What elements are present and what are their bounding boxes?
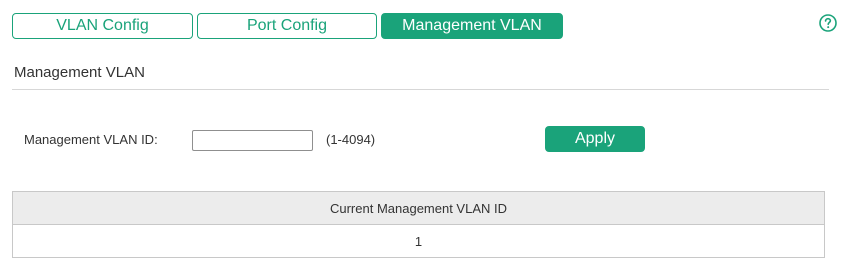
section-title: Management VLAN	[14, 64, 145, 81]
help-icon[interactable]	[819, 14, 837, 32]
tab-port-config[interactable]: Port Config	[197, 13, 377, 39]
table-header-row: Current Management VLAN ID	[12, 191, 825, 225]
current-vlan-value: 1	[12, 224, 825, 258]
vlan-range-hint: (1-4094)	[326, 132, 376, 147]
apply-button[interactable]: Apply	[545, 126, 645, 152]
tab-bar: VLAN Config Port Config Management VLAN	[12, 13, 567, 39]
table-row: 1	[12, 224, 825, 258]
current-vlan-header: Current Management VLAN ID	[12, 191, 825, 225]
section-divider	[12, 89, 829, 90]
current-vlan-table: Current Management VLAN ID 1	[12, 191, 825, 258]
management-vlan-id-input[interactable]	[192, 130, 313, 151]
management-vlan-id-label: Management VLAN ID:	[24, 132, 158, 147]
tab-management-vlan[interactable]: Management VLAN	[381, 13, 563, 39]
tab-vlan-config[interactable]: VLAN Config	[12, 13, 193, 39]
